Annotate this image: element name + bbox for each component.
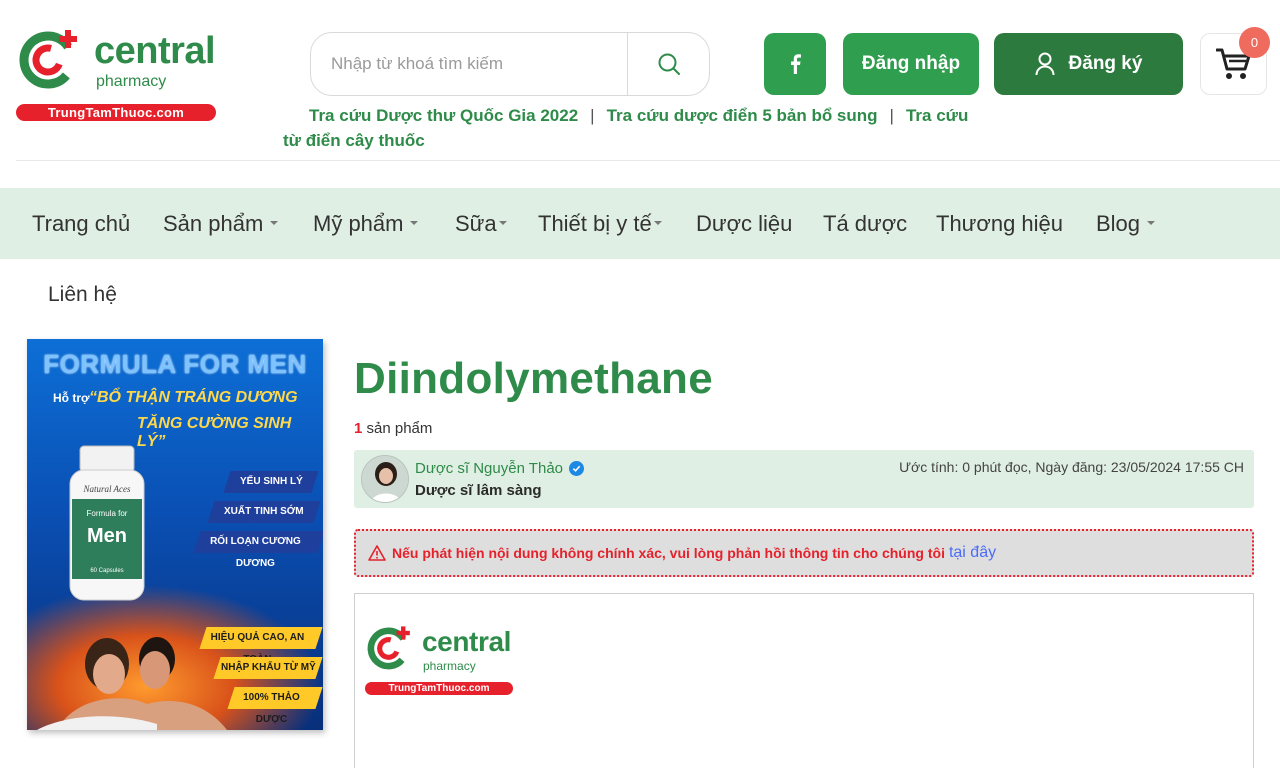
logo-wordmark: central: [94, 30, 216, 72]
avatar[interactable]: [361, 455, 409, 503]
author-name[interactable]: Dược sĩ Nguyễn Thảo: [415, 460, 585, 477]
banner-tag: HIỆU QUẢ CAO, AN TOÀN: [199, 627, 323, 665]
header-divider: [16, 160, 1280, 161]
nav-label: Sữa: [455, 211, 497, 236]
page: central pharmacy TrungTamThuoc.com Đăng …: [0, 0, 1280, 768]
chevron-down-icon: [1147, 221, 1156, 226]
bottle-label: Men: [87, 525, 127, 547]
article-meta: Ước tính: 0 phút đọc, Ngày đăng: 23/05/2…: [899, 459, 1244, 475]
product-count: 1 sản phẩm: [354, 420, 432, 437]
nav-label: Trang chủ: [32, 211, 131, 236]
logo-wordmark: central: [422, 626, 512, 657]
chevron-down-icon: [498, 221, 507, 226]
nav-label: Tá dược: [823, 211, 908, 236]
banner-tag: YẾU SINH LÝ: [223, 471, 319, 493]
banner-slogan-2: TĂNG CƯỜNG SINH LÝ”: [137, 415, 292, 450]
nav-home[interactable]: Trang chủ: [32, 188, 130, 259]
page-title: Diindolymethane: [354, 354, 713, 403]
product-count-number: 1: [354, 420, 363, 437]
chevron-down-icon: [653, 221, 662, 226]
link-tra-cuu[interactable]: Tra cứu: [906, 106, 968, 125]
nav-milk[interactable]: Sữa: [455, 188, 507, 259]
warning-icon: [368, 545, 386, 561]
main-nav: Trang chủ Sản phẩm Mỹ phẩm Sữa Thiết bị …: [0, 188, 1280, 259]
logo-mark-icon: [19, 30, 77, 89]
banner-sub: Hỗ trợ: [53, 391, 90, 405]
article-content: central pharmacy TrungTamThuoc.com: [354, 593, 1254, 768]
nav-brands[interactable]: Thương hiệu: [936, 188, 1063, 259]
banner-tag: RỐI LOẠN CƯƠNG DƯƠNG: [193, 531, 323, 569]
link-duoc-dien[interactable]: Tra cứu dược điển 5 bản bổ sung: [607, 106, 878, 125]
author-name-text: Dược sĩ Nguyễn Thảo: [415, 460, 564, 477]
banner-tag: NHẬP KHẨU TỪ MỸ: [213, 657, 323, 679]
link-tu-dien-cay-thuoc[interactable]: từ điển cây thuốc: [283, 131, 425, 150]
feedback-link[interactable]: tại đây: [949, 544, 996, 562]
nav-contact[interactable]: Liên hệ: [48, 283, 117, 307]
banner-slogan-1: “BỔ THẬN TRÁNG DƯƠNG: [89, 389, 298, 406]
nav-cosmetics[interactable]: Mỹ phẩm: [313, 188, 419, 259]
link-duoc-thu[interactable]: Tra cứu Dược thư Quốc Gia 2022: [309, 106, 578, 125]
search-box: [310, 32, 710, 96]
nav-label: Blog: [1096, 211, 1141, 236]
separator: |: [889, 106, 894, 125]
site-logo[interactable]: central pharmacy TrungTamThuoc.com: [16, 24, 226, 124]
bottle-top: Formula for: [87, 509, 128, 518]
bottle-caps: 60 Capsules: [90, 568, 123, 574]
nav-herbal[interactable]: Dược liệu: [696, 188, 792, 259]
search-input[interactable]: [331, 33, 631, 95]
separator: |: [590, 106, 595, 125]
feedback-warning: Nếu phát hiện nội dung không chính xác, …: [354, 529, 1254, 577]
verified-icon: [569, 461, 585, 476]
banner-tag: XUẤT TINH SỚM: [207, 501, 321, 523]
chevron-down-icon: [270, 221, 279, 226]
chevron-down-icon: [410, 221, 419, 226]
facebook-icon: [791, 54, 801, 74]
product-count-label: sản phẩm: [366, 420, 433, 437]
facebook-button[interactable]: [764, 33, 826, 95]
search-icon: [658, 53, 680, 75]
nav-blog[interactable]: Blog: [1096, 188, 1156, 259]
warning-text: Nếu phát hiện nội dung không chính xác, …: [392, 545, 945, 561]
cart-count-badge: 0: [1239, 27, 1270, 58]
quick-links: Tra cứu Dược thư Quốc Gia 2022 | Tra cứu d…: [283, 103, 1003, 153]
nav-excipients[interactable]: Tá dược: [823, 188, 907, 259]
nav-label: Thiết bị y tế: [538, 211, 652, 236]
user-icon: [1035, 52, 1055, 76]
logo-mark-icon: [367, 626, 410, 670]
register-label: Đăng ký: [1068, 53, 1143, 74]
search-button[interactable]: [627, 33, 709, 95]
nav-label: Dược liệu: [696, 211, 793, 236]
author-box: Dược sĩ Nguyễn Thảo Dược sĩ lâm sàng Ước…: [354, 450, 1254, 508]
product-bottle-image: Natural Aces Formula for Men 60 Capsules: [69, 445, 145, 601]
nav-label: Sản phẩm: [163, 211, 264, 236]
banner-title: FORMULA FOR MEN: [43, 349, 307, 379]
author-role: Dược sĩ lâm sàng: [415, 482, 542, 499]
login-button[interactable]: Đăng nhập: [843, 33, 979, 95]
content-logo: central pharmacy TrungTamThuoc.com: [365, 622, 515, 697]
nav-products[interactable]: Sản phẩm: [163, 188, 279, 259]
nav-medical-devices[interactable]: Thiết bị y tế: [538, 188, 662, 259]
register-button[interactable]: Đăng ký: [994, 33, 1183, 95]
logo-subtitle: pharmacy: [96, 73, 167, 90]
nav-label: Thương hiệu: [936, 211, 1064, 236]
author-photo: [362, 456, 408, 502]
logo-domain: TrungTamThuoc.com: [16, 104, 216, 121]
bottle-brand: Natural Aces: [82, 484, 131, 494]
logo-subtitle: pharmacy: [423, 659, 476, 673]
promo-banner[interactable]: FORMULA FOR MEN Hỗ trợ “BỔ THẬN TRÁNG DƯ…: [27, 339, 323, 730]
banner-tag: 100% THẢO DƯỢC: [227, 687, 323, 725]
logo-domain: TrungTamThuoc.com: [365, 682, 513, 695]
nav-label: Mỹ phẩm: [313, 211, 404, 236]
